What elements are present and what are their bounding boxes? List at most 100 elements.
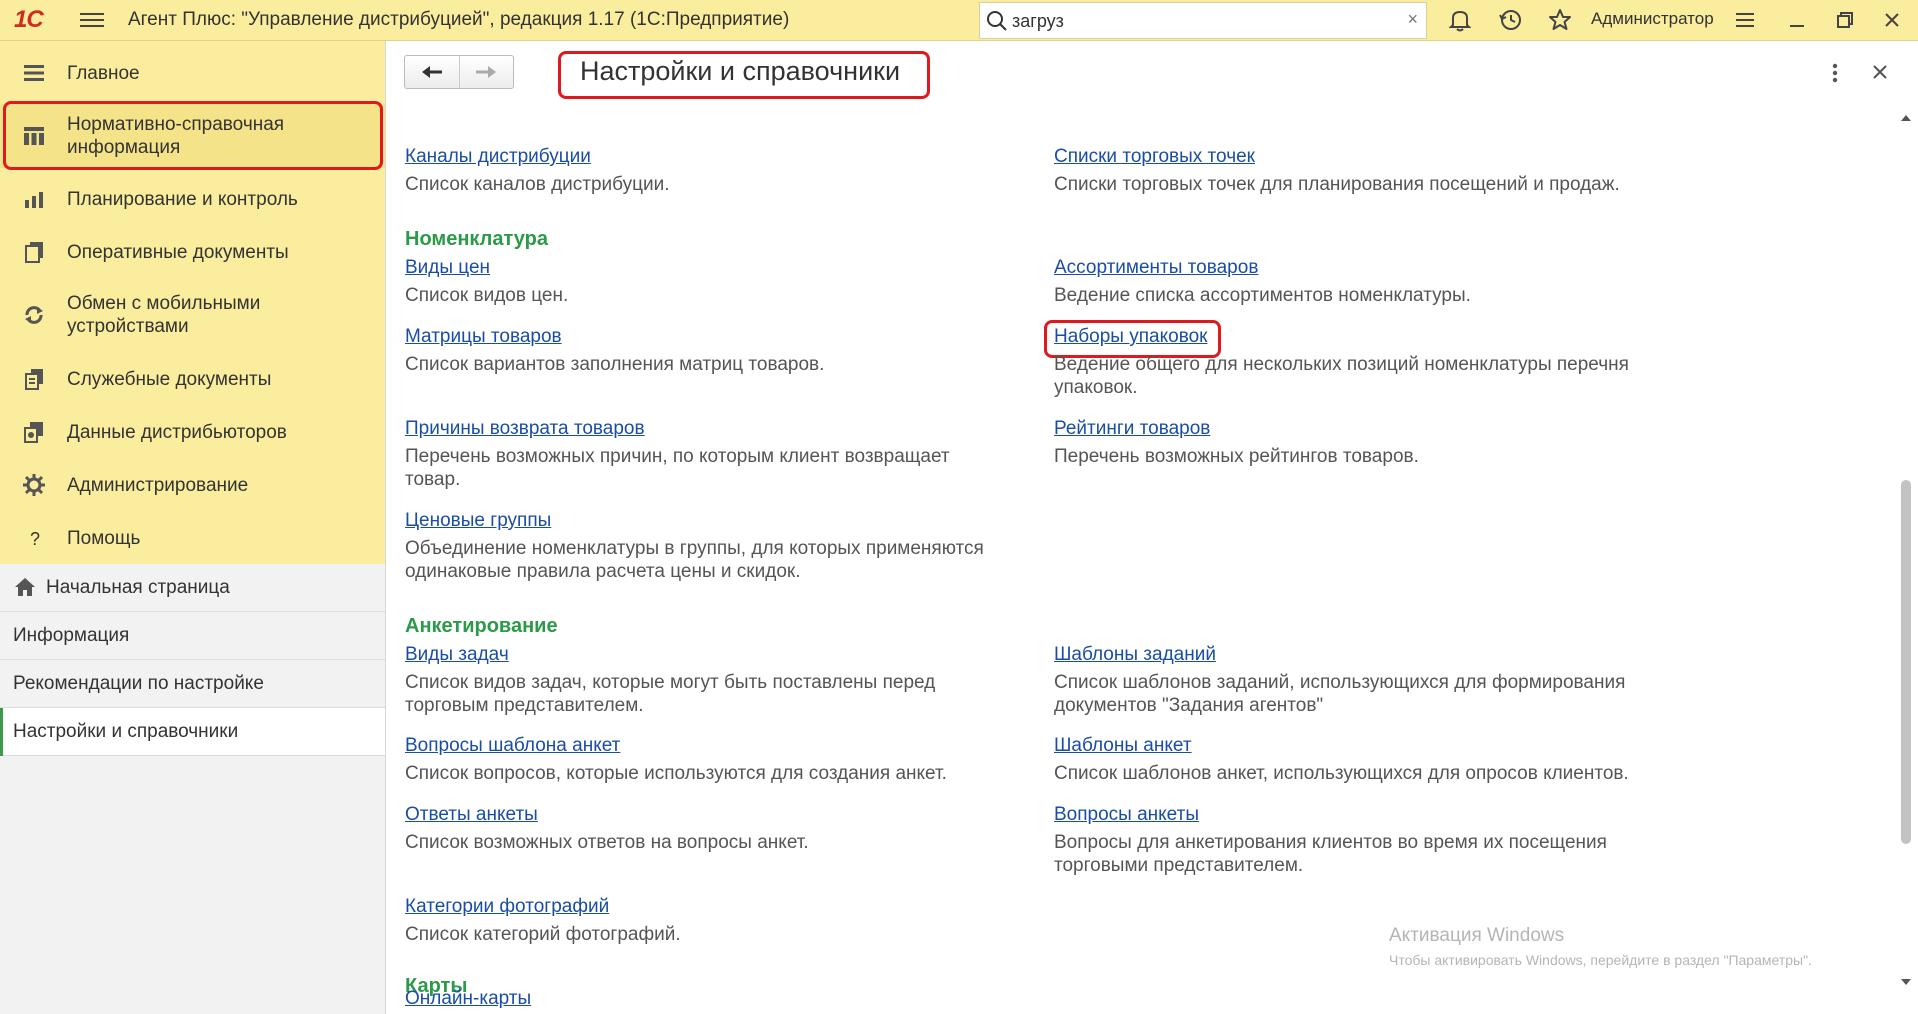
- section-label: Планирование и контроль: [67, 189, 298, 210]
- nav-setup-recommendations[interactable]: Рекомендации по настройке: [0, 660, 385, 708]
- scroll-down-icon[interactable]: [1900, 976, 1912, 988]
- sidebar: Главное Нормативно-справочная информация…: [0, 41, 386, 1014]
- link-photo-categories[interactable]: Категории фотографий: [405, 896, 609, 918]
- menu-lines-icon: [24, 65, 44, 81]
- gear-icon: [23, 474, 45, 496]
- section-service-docs[interactable]: Служебные документы: [0, 357, 385, 401]
- history-nav: [404, 55, 514, 89]
- link-assortments[interactable]: Ассортименты товаров: [1054, 257, 1258, 279]
- distributor-data-icon: [24, 422, 43, 443]
- section-label: Главное: [67, 63, 140, 84]
- section-help[interactable]: ? Помощь: [0, 516, 385, 560]
- link-survey-answers[interactable]: Ответы анкеты: [405, 804, 538, 826]
- desc-survey-templates: Список шаблонов анкет, использующихся дл…: [1054, 763, 1629, 784]
- search-icon: [987, 11, 1007, 31]
- link-task-templates[interactable]: Шаблоны заданий: [1054, 644, 1216, 666]
- link-product-matrices[interactable]: Матрицы товаров: [405, 326, 562, 348]
- nav-home[interactable]: Начальная страница: [0, 564, 385, 612]
- link-distribution-channels[interactable]: Каналы дистрибуции: [405, 146, 591, 168]
- main-menu-button[interactable]: [80, 9, 104, 31]
- nav-information[interactable]: Информация: [0, 612, 385, 660]
- section-label: Обмен с мобильными устройствами: [67, 293, 261, 337]
- scroll-thumb[interactable]: [1901, 480, 1911, 844]
- desc-distribution-channels: Список каналов дистрибуции.: [405, 174, 670, 195]
- link-survey-templates[interactable]: Шаблоны анкет: [1054, 735, 1192, 757]
- columns-icon: [24, 127, 44, 145]
- nav-settings-references[interactable]: Настройки и справочники: [0, 708, 385, 756]
- svg-text:?: ?: [30, 529, 40, 549]
- link-survey-questions[interactable]: Вопросы анкеты: [1054, 804, 1199, 826]
- nav-label: Рекомендации по настройке: [13, 673, 264, 694]
- vertical-scrollbar[interactable]: [1898, 110, 1914, 992]
- link-price-types[interactable]: Виды цен: [405, 257, 490, 279]
- documents-icon: [25, 242, 43, 263]
- section-planning[interactable]: Планирование и контроль: [0, 177, 385, 221]
- desc-survey-questions: Вопросы для анкетирования клиентов во вр…: [1054, 832, 1607, 876]
- restore-icon[interactable]: [1833, 8, 1857, 32]
- history-icon[interactable]: [1498, 7, 1524, 33]
- link-package-sets[interactable]: Наборы упаковок: [1054, 326, 1207, 348]
- back-button[interactable]: [405, 56, 459, 88]
- section-main[interactable]: Главное: [0, 51, 385, 95]
- desc-template-questions: Список вопросов, которые используются дл…: [405, 763, 947, 784]
- desc-product-ratings: Перечень возможных рейтингов товаров.: [1054, 446, 1419, 467]
- forward-button[interactable]: [458, 56, 513, 88]
- open-pages-list: Начальная страница Информация Рекомендац…: [0, 564, 385, 756]
- sync-icon: [25, 306, 43, 324]
- service-docs-icon: [25, 369, 43, 390]
- question-icon: ?: [30, 529, 40, 549]
- section-operational-docs[interactable]: Оперативные документы: [0, 230, 385, 274]
- section-administration[interactable]: Администрирование: [0, 463, 385, 507]
- bell-icon[interactable]: [1447, 7, 1473, 33]
- bar-chart-icon: [25, 192, 43, 208]
- search-box[interactable]: ×: [979, 2, 1427, 39]
- section-label: Помощь: [67, 528, 141, 549]
- section-distributor-data[interactable]: Данные дистрибьюторов: [0, 410, 385, 454]
- link-online-maps[interactable]: Онлайн-карты: [405, 988, 531, 1010]
- link-outlet-lists[interactable]: Списки торговых точек: [1054, 146, 1255, 168]
- desc-task-types: Список видов задач, которые могут быть п…: [405, 672, 936, 716]
- app-title: Агент Плюс: "Управление дистрибуцией", р…: [128, 9, 790, 30]
- main-panel: Настройки и справочники Каналы дистрибуц…: [387, 41, 1918, 1014]
- minimize-icon[interactable]: [1785, 8, 1809, 32]
- settings-content: Каналы дистрибуции Список каналов дистри…: [387, 101, 1897, 1014]
- star-icon[interactable]: [1547, 7, 1573, 33]
- section-label: Данные дистрибьюторов: [67, 422, 287, 443]
- section-label: Нормативно-справочная информация: [67, 114, 285, 158]
- desc-photo-categories: Список категорий фотографий.: [405, 924, 681, 945]
- link-template-questions[interactable]: Вопросы шаблона анкет: [405, 735, 620, 757]
- user-name[interactable]: Администратор: [1591, 9, 1714, 29]
- link-product-ratings[interactable]: Рейтинги товаров: [1054, 418, 1210, 440]
- link-price-groups[interactable]: Ценовые группы: [405, 510, 551, 532]
- nav-label: Начальная страница: [46, 577, 230, 598]
- settings-lines-icon[interactable]: [1733, 8, 1757, 32]
- group-heading-nomenclature: Номенклатура: [405, 228, 548, 250]
- link-task-types[interactable]: Виды задач: [405, 644, 509, 666]
- more-actions-icon[interactable]: [1827, 61, 1843, 85]
- desc-package-sets: Ведение общего для нескольких позиций но…: [1054, 354, 1629, 398]
- activation-watermark-text: Чтобы активировать Windows, перейдите в …: [1389, 952, 1812, 968]
- sections-panel: Главное Нормативно-справочная информация…: [0, 41, 385, 564]
- link-return-reasons[interactable]: Причины возврата товаров: [405, 418, 645, 440]
- nav-label: Информация: [13, 625, 130, 646]
- desc-return-reasons: Перечень возможных причин, по которым кл…: [405, 446, 950, 490]
- activation-watermark-title: Активация Windows: [1389, 925, 1565, 946]
- title-bar: 1С Агент Плюс: "Управление дистрибуцией"…: [0, 0, 1918, 41]
- section-label: Оперативные документы: [67, 242, 289, 263]
- section-mobile-exchange[interactable]: Обмен с мобильными устройствами: [0, 283, 385, 347]
- desc-price-groups: Объединение номенклатуры в группы, для к…: [405, 538, 984, 582]
- desc-outlet-lists: Списки торговых точек для планирования п…: [1054, 174, 1620, 195]
- scroll-up-icon[interactable]: [1900, 112, 1912, 124]
- page-title: Настройки и справочники: [580, 56, 901, 86]
- desc-price-types: Список видов цен.: [405, 285, 569, 306]
- close-window-icon[interactable]: [1880, 8, 1904, 32]
- section-reference-info[interactable]: Нормативно-справочная информация: [0, 104, 385, 168]
- desc-assortments: Ведение списка ассортиментов номенклатур…: [1054, 285, 1471, 306]
- app-logo: 1С: [14, 6, 44, 33]
- clear-search-icon[interactable]: ×: [1407, 9, 1418, 30]
- close-page-icon[interactable]: [1869, 61, 1891, 83]
- arrow-left-icon: [421, 66, 442, 78]
- group-heading-surveys: Анкетирование: [405, 615, 558, 637]
- search-input[interactable]: [1012, 9, 1382, 33]
- desc-survey-answers: Список возможных ответов на вопросы анке…: [405, 832, 809, 853]
